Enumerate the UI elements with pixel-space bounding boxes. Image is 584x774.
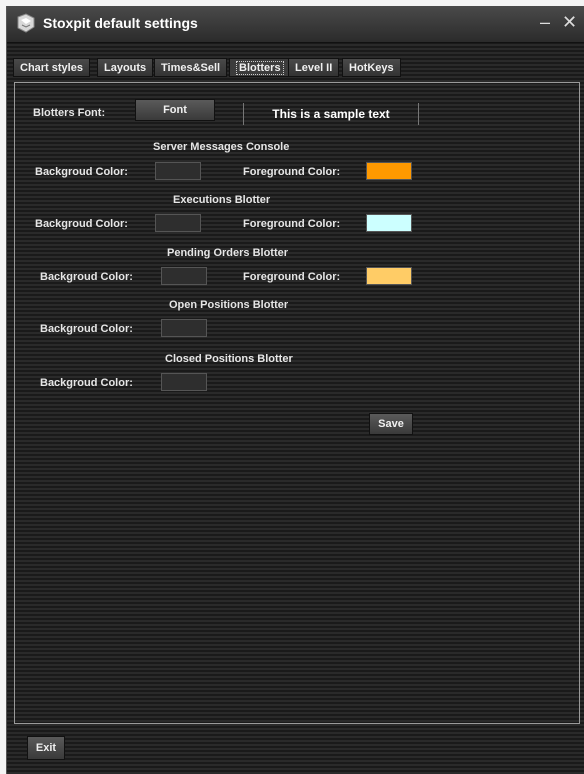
tab-blotters[interactable]: Blotters — [229, 58, 291, 77]
close-button[interactable]: ✕ — [562, 12, 577, 32]
section-title-open-positions: Open Positions Blotter — [169, 299, 289, 311]
section-title-server-messages: Server Messages Console — [153, 141, 290, 153]
closed-positions-bg-swatch[interactable] — [161, 373, 207, 391]
open-positions-bg-swatch[interactable] — [161, 319, 207, 337]
executions-fg-swatch[interactable] — [366, 214, 412, 232]
bottom-bar: Exit — [7, 724, 584, 774]
section-title-executions: Executions Blotter — [173, 194, 271, 206]
server-messages-fg-swatch[interactable] — [366, 162, 412, 180]
font-button[interactable]: Font — [135, 99, 215, 121]
pending-orders-bg-swatch[interactable] — [161, 267, 207, 285]
fg-color-label: Foreground Color: — [243, 218, 341, 230]
tab-strip: Chart styles Layouts Times&Sell Blotters… — [13, 58, 573, 78]
bg-color-label: Backgroud Color: — [40, 323, 133, 335]
server-messages-bg-swatch[interactable] — [155, 162, 201, 180]
section-title-closed-positions: Closed Positions Blotter — [165, 353, 293, 365]
blotters-panel: Blotters Font: Font This is a sample tex… — [14, 82, 580, 724]
pending-orders-fg-swatch[interactable] — [366, 267, 412, 285]
tab-level-ii[interactable]: Level II — [288, 58, 340, 77]
sample-text-preview: This is a sample text — [243, 103, 419, 125]
tab-layouts[interactable]: Layouts — [97, 58, 154, 77]
app-logo-icon — [17, 13, 35, 33]
bg-color-label: Backgroud Color: — [35, 166, 128, 178]
fg-color-label: Foreground Color: — [243, 166, 341, 178]
tab-chart-styles[interactable]: Chart styles — [13, 58, 90, 77]
tab-times-sell[interactable]: Times&Sell — [154, 58, 228, 77]
window-title: Stoxpit default settings — [43, 15, 198, 31]
title-bar[interactable]: Stoxpit default settings – ✕ — [7, 6, 584, 43]
blotters-font-label: Blotters Font: — [33, 107, 106, 119]
section-title-pending-orders: Pending Orders Blotter — [167, 247, 289, 259]
exit-button[interactable]: Exit — [27, 736, 65, 760]
bg-color-label: Backgroud Color: — [40, 377, 133, 389]
bg-color-label: Backgroud Color: — [35, 218, 128, 230]
tab-hotkeys[interactable]: HotKeys — [342, 58, 401, 77]
minimize-button[interactable]: – — [540, 12, 550, 32]
settings-window: Stoxpit default settings – ✕ Chart style… — [6, 6, 584, 774]
bg-color-label: Backgroud Color: — [40, 271, 133, 283]
fg-color-label: Foreground Color: — [243, 271, 341, 283]
executions-bg-swatch[interactable] — [155, 214, 201, 232]
tab-blotters-label: Blotters — [236, 61, 284, 75]
save-button[interactable]: Save — [369, 413, 413, 435]
